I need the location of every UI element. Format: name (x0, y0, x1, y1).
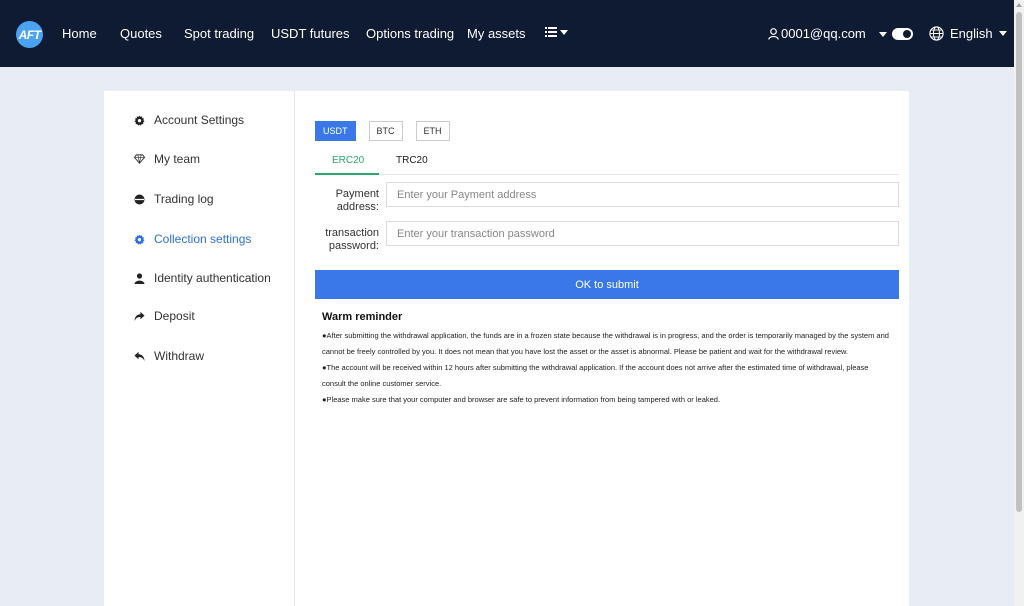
sidebar-item-label: Identity authentication (154, 271, 271, 285)
sidebar-item-label: Deposit (154, 309, 195, 323)
globe-icon (929, 26, 944, 41)
sidebar-item-label: Withdraw (154, 349, 205, 363)
scroll-up-arrow-icon[interactable] (1016, 3, 1022, 7)
user-email: 0001@qq.com (781, 26, 866, 41)
sidebar-item-deposit[interactable]: Deposit (134, 309, 195, 323)
sidebar-item-label: Collection settings (154, 232, 252, 246)
gear-icon (134, 114, 145, 126)
warm-reminder-text: ●After submitting the withdrawal applica… (322, 328, 892, 408)
active-tab-indicator (315, 173, 379, 175)
sidebar-item-label: My team (154, 152, 201, 166)
coin-tab-usdt[interactable]: USDT (315, 121, 356, 141)
submit-button[interactable]: OK to submit (315, 270, 899, 299)
reminder-line: ●After submitting the withdrawal applica… (322, 331, 889, 356)
coin-tabs: USDT BTC ETH (315, 121, 450, 141)
top-nav-bar: AFT Home Quotes Spot trading USDT future… (0, 0, 1014, 67)
sidebar-item-account-settings[interactable]: Account Settings (134, 113, 244, 127)
logo[interactable]: AFT (16, 21, 43, 48)
nav-quotes[interactable]: Quotes (120, 26, 162, 41)
sidebar-item-trading-log[interactable]: Trading log (134, 192, 214, 206)
log-icon (134, 194, 145, 205)
sidebar-item-my-team[interactable]: My team (134, 152, 200, 166)
nav-spot-trading[interactable]: Spot trading (184, 26, 254, 41)
sidebar-item-withdraw[interactable]: Withdraw (134, 349, 204, 363)
transaction-password-label-line2: password: (328, 240, 379, 252)
transaction-password-label: transaction password: (315, 227, 379, 253)
diamond-icon (134, 154, 145, 165)
chevron-down-icon (560, 29, 568, 35)
share-icon (134, 311, 145, 322)
warm-reminder-title: Warm reminder (322, 311, 403, 323)
reminder-line: ●The account will be received within 12 … (322, 363, 869, 388)
more-menu-button[interactable] (545, 27, 568, 37)
payment-address-label: Payment address: (315, 188, 379, 214)
nav-usdt-futures[interactable]: USDT futures (271, 26, 350, 41)
collection-settings-panel: USDT BTC ETH ERC20 TRC20 Payment address… (315, 91, 899, 606)
sidebar-item-collection-settings[interactable]: Collection settings (134, 232, 251, 246)
page-scrollbar[interactable] (1014, 0, 1024, 606)
reminder-line: ●Please make sure that your computer and… (322, 395, 721, 404)
user-account[interactable]: 0001@qq.com (768, 26, 866, 41)
chevron-down-icon (998, 31, 1007, 36)
theme-toggle[interactable] (892, 28, 913, 40)
sidebar-item-label: Account Settings (154, 113, 245, 127)
reply-icon (134, 351, 145, 362)
logo-text: AFT (18, 27, 41, 42)
coin-tab-eth[interactable]: ETH (415, 121, 450, 141)
user-icon (768, 27, 779, 40)
theme-switch[interactable] (879, 28, 913, 40)
chain-tabs: ERC20 TRC20 (315, 148, 899, 175)
language-selector[interactable]: English (929, 26, 1007, 41)
nav-my-assets[interactable]: My assets (467, 26, 526, 41)
language-label: English (950, 26, 993, 41)
coin-tab-btc[interactable]: BTC (368, 121, 403, 141)
gear-icon (134, 233, 145, 245)
payment-address-input[interactable] (386, 182, 899, 207)
transaction-password-input[interactable] (386, 221, 899, 246)
user-icon (134, 272, 145, 284)
chain-tab-erc20[interactable]: ERC20 (332, 155, 364, 166)
list-icon (545, 27, 557, 37)
sidebar: Account Settings My team Trading log Col… (104, 91, 295, 606)
chevron-down-icon (879, 31, 887, 37)
sidebar-item-identity-authentication[interactable]: Identity authentication (134, 271, 271, 285)
payment-address-label-line2: address: (336, 201, 379, 213)
nav-home[interactable]: Home (62, 26, 97, 41)
nav-options-trading[interactable]: Options trading (366, 26, 454, 41)
payment-address-label-line1: Payment (335, 188, 379, 200)
sidebar-item-label: Trading log (154, 192, 214, 206)
transaction-password-label-line1: transaction (325, 227, 379, 239)
chain-tab-trc20[interactable]: TRC20 (396, 155, 428, 166)
scroll-thumb[interactable] (1016, 12, 1022, 512)
settings-card: Account Settings My team Trading log Col… (104, 91, 909, 606)
